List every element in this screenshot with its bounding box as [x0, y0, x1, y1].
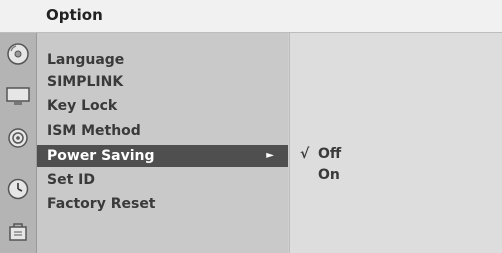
menu-item-label: Power Saving	[47, 148, 155, 164]
rail-tab-time[interactable]	[1, 168, 35, 210]
menu-header: Option	[0, 0, 502, 33]
menu-item-label: Factory Reset	[47, 196, 156, 212]
menu-item-key-lock[interactable]: Key Lock	[37, 95, 288, 117]
menu-item-factory-reset[interactable]: Factory Reset	[37, 193, 288, 215]
menu-title: Option	[46, 6, 103, 24]
menu-item-ism-method[interactable]: ISM Method	[37, 120, 288, 142]
rail-tab-screen[interactable]	[1, 75, 35, 117]
check-mark-icon: √	[300, 146, 310, 162]
speaker-icon	[8, 128, 28, 148]
power-saving-options: √ Off On	[289, 33, 502, 253]
menu-item-set-id[interactable]: Set ID	[37, 169, 288, 191]
monitor-icon	[6, 87, 30, 105]
option-menu: Option Language SIMPLINK Key Lock ISM Me…	[0, 0, 502, 253]
disc-icon	[7, 43, 29, 65]
menu-item-label: Key Lock	[47, 98, 118, 114]
option-label: On	[318, 167, 340, 183]
menu-item-language[interactable]: Language	[37, 49, 288, 71]
menu-item-label: SIMPLINK	[47, 74, 124, 90]
menu-item-power-saving[interactable]: Power Saving ►	[37, 145, 288, 167]
option-label: Off	[318, 146, 342, 162]
menu-item-label: ISM Method	[47, 123, 141, 139]
category-icon-rail	[0, 33, 37, 253]
menu-item-label: Language	[47, 52, 125, 68]
lock-icon	[9, 223, 27, 241]
menu-items-list: Language SIMPLINK Key Lock ISM Method Po…	[37, 33, 288, 253]
rail-tab-audio[interactable]	[1, 117, 35, 159]
menu-item-label: Set ID	[47, 172, 95, 188]
rail-tab-lock[interactable]	[1, 211, 35, 253]
clock-icon	[7, 178, 29, 200]
menu-item-simplink[interactable]: SIMPLINK	[37, 71, 288, 93]
rail-tab-picture[interactable]	[1, 33, 35, 75]
submenu-arrow-icon: ►	[266, 150, 274, 161]
